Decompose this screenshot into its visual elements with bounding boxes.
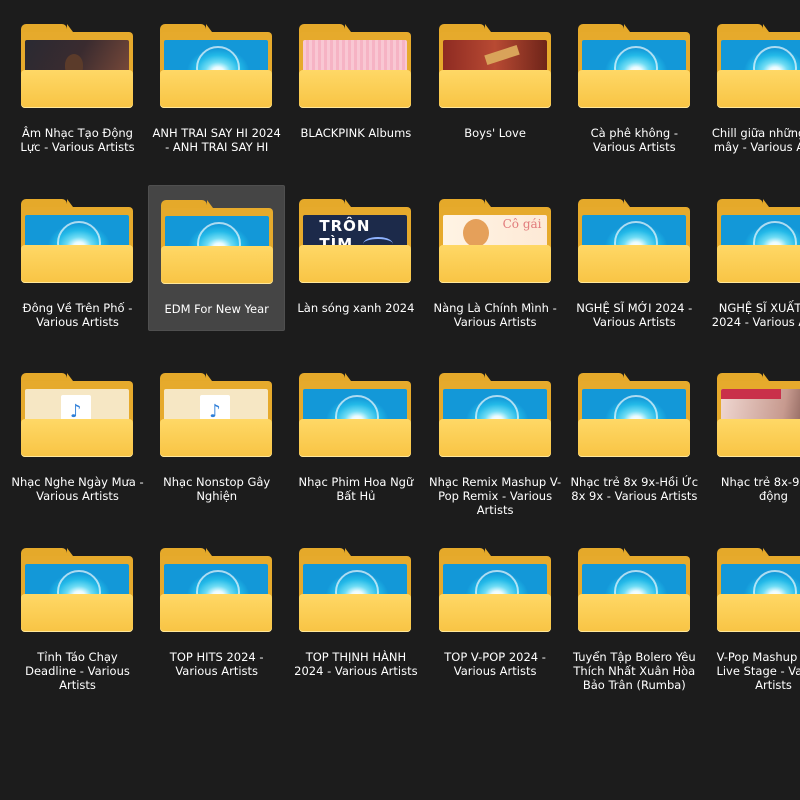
folder-icon — [577, 373, 690, 463]
folder-icon — [299, 24, 412, 114]
folder-item[interactable]: TOP HITS 2024 - Various Artists — [148, 534, 285, 680]
folder-icon — [717, 547, 800, 638]
folder-icon: TRÔN TÌM — [299, 198, 412, 289]
folder-name: Nhạc Phim Hoa Ngữ Bất Hủ — [298, 475, 414, 503]
folder-name: TOP THỊNH HÀNH 2024 - Various Artists — [294, 649, 418, 678]
folder-item[interactable]: V-Pop Mashup Buồn Live Stage - Various A… — [705, 534, 800, 692]
folder-item[interactable]: Nhạc trẻ 8x-9x sôi động — [705, 359, 800, 505]
folder-item[interactable]: Nhạc trẻ 8x 9x-Hồi Ức 8x 9x - Various Ar… — [566, 359, 703, 505]
folder-icon — [717, 198, 800, 289]
folder-icon — [438, 24, 551, 114]
folder-icon — [438, 547, 551, 638]
folder-icon — [160, 373, 273, 463]
folder-name: Nhạc trẻ 8x 9x-Hồi Ức 8x 9x - Various Ar… — [570, 475, 699, 503]
folder-icon — [21, 547, 133, 638]
folder-name: Đông Về Trên Phố - Various Artists — [22, 300, 133, 329]
folder-icon — [160, 24, 273, 114]
folder-item[interactable]: TOP V-POP 2024 - Various Artists — [427, 534, 564, 680]
folder-icon — [299, 373, 412, 463]
folder-item[interactable]: NGHỆ SĨ MỚI 2024 - Various Artists — [566, 185, 703, 331]
folder-name: Nhạc trẻ 8x-9x sôi động — [720, 475, 800, 503]
folder-name: Nàng Là Chính Mình - Various Artists — [433, 300, 557, 329]
folder-name: Tỉnh Táo Chạy Deadline - Various Artists — [25, 649, 130, 692]
folder-name: Tuyển Tập Bolero Yêu Thích Nhất Xuân Hòa… — [572, 649, 696, 692]
folder-name: V-Pop Mashup Buồn Live Stage - Various A… — [716, 649, 800, 692]
folder-icon — [299, 547, 412, 638]
folder-name: Chill giữa những tầng mây - Various Arti… — [711, 126, 800, 154]
folder-icon — [577, 24, 690, 114]
folder-name: TOP HITS 2024 - Various Artists — [169, 649, 264, 678]
folder-icon — [577, 547, 690, 638]
folder-name: NGHỆ SĨ MỚI 2024 - Various Artists — [576, 300, 693, 329]
folder-name: NGHỆ SĨ XUẤT SẮC 2024 - Various Artists — [711, 300, 800, 329]
folder-item[interactable]: Tuyển Tập Bolero Yêu Thích Nhất Xuân Hòa… — [566, 534, 703, 692]
folder-icon — [21, 373, 133, 463]
folder-item[interactable]: EDM For New Year — [148, 184, 286, 331]
folder-name: TOP V-POP 2024 - Various Artists — [444, 649, 546, 678]
folder-name: Boys' Love — [464, 126, 526, 140]
folder-item[interactable]: Cô gái Nàng Là Chính Mình - Various Artis… — [427, 185, 564, 331]
folder-item[interactable]: NGHỆ SĨ XUẤT SẮC 2024 - Various Artists — [705, 185, 800, 331]
folder-name: Nhạc Nghe Ngày Mưa - Various Artists — [11, 475, 144, 503]
folder-item[interactable]: BLACKPINK Albums — [287, 10, 424, 156]
folder-name: Âm Nhạc Tạo Động Lực - Various Artists — [20, 126, 135, 154]
folder-item[interactable]: Tỉnh Táo Chạy Deadline - Various Artists — [9, 534, 146, 692]
folder-name: BLACKPINK Albums — [300, 126, 412, 140]
folder-item[interactable]: Âm Nhạc Tạo Động Lực - Various Artists — [9, 10, 146, 156]
folder-item[interactable]: Nhạc Nonstop Gây Nghiện — [148, 359, 285, 505]
folder-name: Cà phê không - Various Artists — [590, 126, 679, 154]
folder-item[interactable]: Chill giữa những tầng mây - Various Arti… — [705, 10, 800, 156]
folder-icon — [160, 547, 273, 638]
folder-icon: Cô gái — [438, 198, 551, 289]
folder-icon — [717, 373, 800, 463]
thumbnail-text: Cô gái — [502, 216, 542, 231]
folder-name: ANH TRAI SAY HI 2024 - ANH TRAI SAY HI — [152, 126, 281, 154]
folder-item[interactable]: TOP THỊNH HÀNH 2024 - Various Artists — [287, 534, 424, 680]
folder-icon — [577, 198, 690, 289]
folder-name: Làn sóng xanh 2024 — [297, 300, 415, 315]
folder-item[interactable]: Nhạc Remix Mashup V-Pop Remix - Various … — [427, 359, 564, 517]
folder-icon — [717, 24, 800, 114]
folder-icon — [161, 199, 274, 290]
folder-name: EDM For New Year — [164, 301, 269, 316]
folder-item[interactable]: Đông Về Trên Phố - Various Artists — [9, 185, 146, 331]
folder-item[interactable]: Nhạc Phim Hoa Ngữ Bất Hủ — [287, 359, 424, 505]
folder-icon — [21, 24, 133, 114]
folder-icon — [21, 198, 133, 289]
folder-item[interactable]: TRÔN TÌM Làn sóng xanh 2024 — [287, 185, 424, 331]
folder-name: Nhạc Remix Mashup V-Pop Remix - Various … — [429, 475, 562, 517]
folder-icon — [438, 373, 551, 463]
folder-item[interactable]: ANH TRAI SAY HI 2024 - ANH TRAI SAY HI — [148, 10, 285, 156]
folder-item[interactable]: Boys' Love — [427, 10, 564, 156]
folder-item[interactable]: Cà phê không - Various Artists — [566, 10, 703, 156]
folder-name: Nhạc Nonstop Gây Nghiện — [163, 475, 271, 503]
folder-item[interactable]: Nhạc Nghe Ngày Mưa - Various Artists — [9, 359, 146, 505]
folder-grid: Âm Nhạc Tạo Động Lực - Various Artists AN… — [8, 4, 800, 800]
